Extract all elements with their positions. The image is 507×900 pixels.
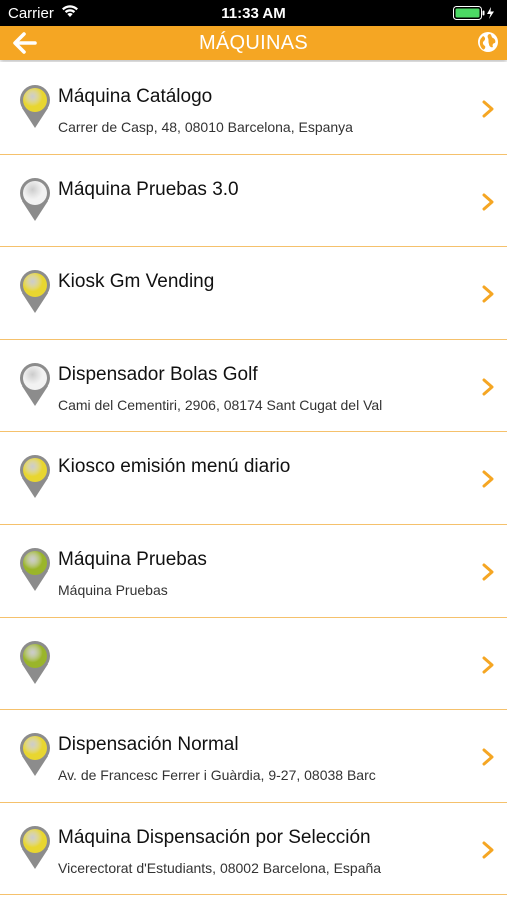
- chevron-right-icon[interactable]: [481, 469, 495, 489]
- machine-name: Máquina Catálogo: [58, 86, 213, 107]
- machine-name: Kiosk Gm Vending: [58, 271, 215, 293]
- machine-name: Máquina Dispensación por Selección: [58, 826, 371, 848]
- machine-address: Av. de Francesc Ferrer i Guàrdia, 9-27, …: [58, 767, 376, 784]
- machine-address: Carrer de Casp, 48, 08010 Barcelona, Esp…: [58, 119, 353, 135]
- battery-icon: [453, 6, 494, 20]
- machine-row[interactable]: Kiosco emisión menú diario: [0, 432, 507, 525]
- machine-address: Máquina Pruebas: [58, 581, 168, 598]
- map-pin-icon: [20, 733, 50, 777]
- machine-row[interactable]: Máquina Dispensación por Selección Vicere…: [0, 802, 507, 896]
- chevron-right-icon[interactable]: [481, 840, 495, 860]
- map-pin-icon: [20, 85, 50, 128]
- map-pin-icon: [20, 362, 50, 406]
- machine-name: Dispensación Normal: [58, 734, 239, 756]
- chevron-right-icon[interactable]: [481, 562, 495, 582]
- map-pin-icon: [20, 455, 50, 499]
- machine-row[interactable]: Máquina Pruebas 3.0: [0, 154, 507, 248]
- chevron-right-icon[interactable]: [481, 192, 495, 212]
- machine-row[interactable]: Máquina Pruebas Máquina Pruebas: [0, 524, 507, 618]
- machine-address: Cami del Cementiri, 2906, 08174 Sant Cug…: [58, 396, 383, 413]
- navigation-bar: MÁQUINAS: [0, 26, 507, 60]
- machine-name: Máquina Pruebas: [58, 548, 207, 570]
- map-pin-icon: [20, 640, 50, 684]
- machine-address: Vicerectorat d'Estudiants, 08002 Barcelo…: [58, 859, 382, 876]
- chevron-right-icon[interactable]: [481, 99, 495, 119]
- machine-name: Dispensador Bolas Golf: [58, 363, 258, 385]
- map-pin-icon: [20, 177, 50, 221]
- chevron-right-icon[interactable]: [481, 655, 495, 675]
- machines-list: Máquina Catálogo Carrer de Casp, 48, 0801…: [0, 62, 507, 896]
- machine-row[interactable]: Kiosk Gm Vending: [0, 247, 507, 340]
- machine-row[interactable]: Dispensador Bolas Golf Cami del Cementiri…: [0, 339, 507, 433]
- map-pin-icon: [20, 270, 50, 314]
- map-pin-icon: [20, 825, 50, 869]
- machine-row[interactable]: Dispensación Normal Av. de Francesc Ferre…: [0, 710, 507, 803]
- chevron-right-icon[interactable]: [481, 284, 495, 304]
- page-title: MÁQUINAS: [198, 32, 309, 54]
- chevron-right-icon[interactable]: [481, 377, 495, 397]
- status-bar: Carrier 11:33 AM: [0, 0, 507, 26]
- map-pin-icon: [20, 547, 50, 591]
- globe-icon[interactable]: [477, 31, 499, 53]
- machine-row[interactable]: [0, 617, 507, 711]
- chevron-right-icon[interactable]: [481, 747, 495, 767]
- machine-row[interactable]: Máquina Catálogo Carrer de Casp, 48, 0801…: [0, 62, 507, 155]
- machine-name: Máquina Pruebas 3.0: [58, 178, 239, 200]
- status-time: 11:33 AM: [221, 5, 286, 22]
- machine-name: Kiosco emisión menú diario: [58, 456, 291, 478]
